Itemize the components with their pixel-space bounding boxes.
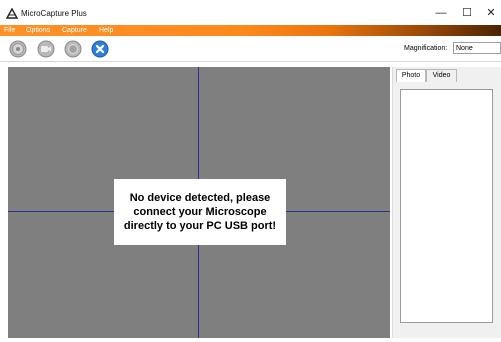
video-record-button[interactable] — [37, 40, 55, 58]
side-panel: Photo Video — [392, 67, 501, 338]
maximize-button[interactable]: ☐ — [457, 5, 477, 21]
settings-wheel-icon — [9, 40, 27, 58]
minimize-button[interactable]: — — [431, 5, 451, 21]
close-button[interactable]: ✕ — [481, 5, 501, 21]
stop-button[interactable] — [91, 40, 109, 58]
photo-list[interactable] — [400, 89, 493, 323]
app-logo-icon — [6, 8, 18, 19]
menu-capture[interactable]: Capture — [62, 26, 87, 35]
capture-photo-icon — [64, 40, 82, 58]
stop-x-icon — [91, 40, 109, 58]
no-device-message: No device detected, please connect your … — [114, 179, 286, 245]
capture-photo-button[interactable] — [64, 40, 82, 58]
title-bar: MicroCapture Plus — ☐ ✕ — [0, 0, 501, 25]
toolbar: Magnification: — [0, 36, 501, 62]
menu-bar: File Options Capture Help — [0, 25, 501, 36]
settings-button[interactable] — [9, 40, 27, 58]
camera-preview: No device detected, please connect your … — [8, 67, 390, 338]
tab-photo[interactable]: Photo — [396, 69, 426, 82]
menu-options[interactable]: Options — [26, 26, 50, 35]
magnification-label: Magnification: — [404, 45, 448, 52]
menu-help[interactable]: Help — [99, 26, 113, 35]
window-title: MicroCapture Plus — [21, 9, 87, 18]
magnification-field[interactable] — [453, 42, 501, 54]
video-camera-icon — [37, 40, 55, 58]
tab-video[interactable]: Video — [426, 69, 457, 82]
menu-file[interactable]: File — [4, 26, 15, 35]
